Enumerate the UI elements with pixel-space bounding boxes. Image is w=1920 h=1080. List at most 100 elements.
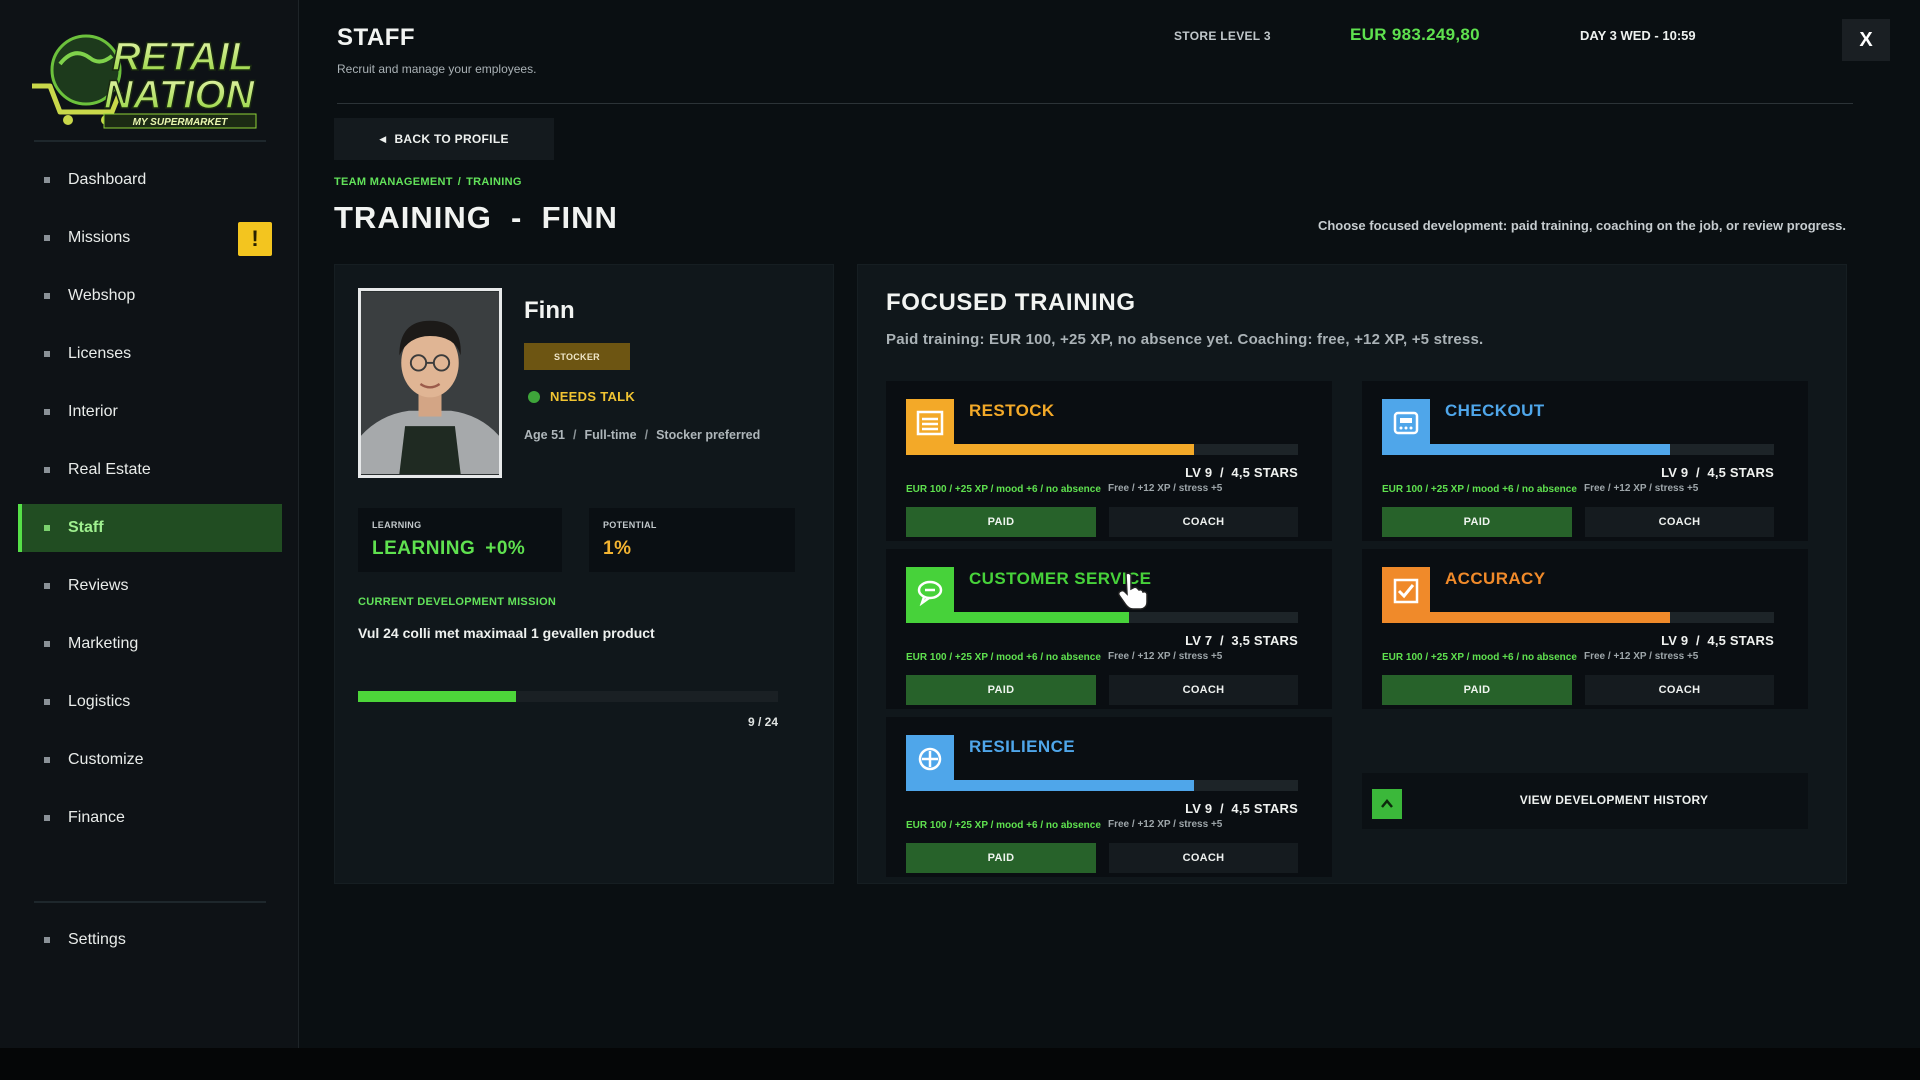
skill-progress-bar xyxy=(906,444,1298,455)
employee-profile-card: Finn STOCKER NEEDS TALK Age 51 / Full-time… xyxy=(334,264,834,884)
mission-progress-fill xyxy=(358,691,516,702)
sidebar-item-label: Reviews xyxy=(68,577,129,594)
sidebar-item-label: Dashboard xyxy=(68,171,147,188)
bullet-icon xyxy=(44,177,50,183)
sidebar-item-label: Logistics xyxy=(68,693,131,710)
skill-progress-bar xyxy=(906,612,1298,623)
bullet-icon xyxy=(44,583,50,589)
paid-training-info: EUR 100 / +25 XP / mood +6 / no absence xyxy=(906,652,1101,663)
bullet-icon xyxy=(44,525,50,531)
sidebar-item-label: Finance xyxy=(68,809,125,826)
paid-training-button[interactable]: PAID xyxy=(906,507,1096,537)
employee-status: NEEDS TALK xyxy=(528,389,635,404)
sidebar-divider xyxy=(34,140,266,142)
coach-button[interactable]: COACH xyxy=(1109,675,1298,705)
alert-badge: ! xyxy=(238,222,272,256)
page-subtitle: Recruit and manage your employees. xyxy=(337,62,537,76)
page-title: STAFF xyxy=(337,24,416,51)
sidebar-item-label: Real Estate xyxy=(68,461,151,478)
employee-contract: Full-time xyxy=(584,428,637,442)
sidebar-item-label: Webshop xyxy=(68,287,136,304)
back-button-label: BACK TO PROFILE xyxy=(394,132,509,146)
skill-level: LV 9 / 4,5 STARS xyxy=(1661,633,1774,648)
sidebar-item-licenses[interactable]: Licenses xyxy=(18,330,282,378)
sidebar-item-label: Licenses xyxy=(68,345,132,362)
employee-age: Age 51 xyxy=(524,428,565,442)
sidebar-nav: Dashboard Missions! Webshop Licenses Int… xyxy=(18,156,282,852)
sidebar-item-finance[interactable]: Finance xyxy=(18,794,282,842)
learning-value-text: LEARNING xyxy=(372,538,476,559)
triangle-left-icon: ◀ xyxy=(379,133,387,144)
paid-training-button[interactable]: PAID xyxy=(1382,675,1572,705)
skill-progress-fill xyxy=(906,612,1130,623)
skill-card-resilience: RESILIENCE LV 9 / 4,5 STARS EUR 100 / +2… xyxy=(886,717,1332,877)
potential-stat-label: POTENTIAL xyxy=(603,520,657,530)
restock-icon xyxy=(906,399,954,447)
focused-training-title: FOCUSED TRAINING xyxy=(886,289,1136,316)
skill-level: LV 9 / 4,5 STARS xyxy=(1661,465,1774,480)
sidebar-item-label: Interior xyxy=(68,403,118,420)
coach-button[interactable]: COACH xyxy=(1109,507,1298,537)
employee-meta: Age 51 / Full-time / Stocker preferred xyxy=(524,428,760,442)
store-level: STORE LEVEL 3 xyxy=(1174,29,1271,43)
skill-progress-fill xyxy=(1382,612,1671,623)
sidebar-item-interior[interactable]: Interior xyxy=(18,388,282,436)
focused-training-panel: FOCUSED TRAINING Paid training: EUR 100,… xyxy=(857,264,1847,884)
coach-button[interactable]: COACH xyxy=(1585,675,1774,705)
paid-training-button[interactable]: PAID xyxy=(1382,507,1572,537)
skill-name: ACCURACY xyxy=(1445,569,1546,588)
back-to-profile-button[interactable]: ◀ BACK TO PROFILE xyxy=(334,118,554,160)
sidebar-item-missions[interactable]: Missions! xyxy=(18,214,282,262)
sidebar-item-webshop[interactable]: Webshop xyxy=(18,272,282,320)
coach-info: Free / +12 XP / stress +5 xyxy=(1584,651,1699,662)
skill-name: RESTOCK xyxy=(969,401,1055,420)
breadcrumb-team-management[interactable]: TEAM MANAGEMENT xyxy=(334,176,453,188)
sidebar-item-label: Missions xyxy=(68,229,131,246)
skill-progress-bar xyxy=(1382,444,1774,455)
app-window: RETAIL NATION MY SUPERMARKET Dashboard M… xyxy=(0,0,1920,1048)
coach-button[interactable]: COACH xyxy=(1585,507,1774,537)
paid-training-button[interactable]: PAID xyxy=(906,675,1096,705)
sidebar-item-dashboard[interactable]: Dashboard xyxy=(18,156,282,204)
sidebar-item-customize[interactable]: Customize xyxy=(18,736,282,784)
skill-card-restock: RESTOCK LV 9 / 4,5 STARS EUR 100 / +25 X… xyxy=(886,381,1332,541)
skill-progress-fill xyxy=(906,780,1195,791)
coach-info: Free / +12 XP / stress +5 xyxy=(1108,819,1223,830)
skill-progress-fill xyxy=(906,444,1195,455)
coach-info: Free / +12 XP / stress +5 xyxy=(1584,483,1699,494)
accuracy-icon xyxy=(1382,567,1430,615)
sidebar-item-real-estate[interactable]: Real Estate xyxy=(18,446,282,494)
view-development-history-button[interactable]: VIEW DEVELOPMENT HISTORY xyxy=(1362,773,1808,829)
learning-stat: LEARNING LEARNING +0% xyxy=(358,508,562,572)
bullet-icon xyxy=(44,351,50,357)
sidebar-item-settings[interactable]: Settings xyxy=(18,916,282,964)
sidebar-item-logistics[interactable]: Logistics xyxy=(18,678,282,726)
skill-card-customer-service: CUSTOMER SERVICE LV 7 / 3,5 STARS EUR 10… xyxy=(886,549,1332,709)
sidebar-item-reviews[interactable]: Reviews xyxy=(18,562,282,610)
coach-info: Free / +12 XP / stress +5 xyxy=(1108,651,1223,662)
view-development-history-label: VIEW DEVELOPMENT HISTORY xyxy=(1519,793,1709,807)
money-balance: EUR 983.249,80 xyxy=(1350,25,1480,44)
coach-info: Free / +12 XP / stress +5 xyxy=(1108,483,1223,494)
hand-cursor-icon xyxy=(1118,572,1148,610)
coach-button[interactable]: COACH xyxy=(1109,843,1298,873)
bullet-icon xyxy=(44,409,50,415)
focused-training-subtitle: Paid training: EUR 100, +25 XP, no absen… xyxy=(886,331,1484,348)
employee-name: Finn xyxy=(524,297,575,324)
sidebar-item-staff[interactable]: Staff xyxy=(18,504,282,552)
employee-portrait xyxy=(358,288,502,478)
learning-delta: +0% xyxy=(485,538,526,559)
bullet-icon xyxy=(44,757,50,763)
bullet-icon xyxy=(44,467,50,473)
bullet-icon xyxy=(44,937,50,943)
paid-training-button[interactable]: PAID xyxy=(906,843,1096,873)
close-button[interactable]: X xyxy=(1842,19,1890,61)
learning-stat-value: LEARNING +0% xyxy=(372,538,525,560)
paid-training-info: EUR 100 / +25 XP / mood +6 / no absence xyxy=(1382,484,1577,495)
mission-progress-bar xyxy=(358,691,778,702)
chevron-up-icon xyxy=(1372,789,1402,819)
training-title: TRAINING - FINN xyxy=(334,200,618,235)
paid-training-info: EUR 100 / +25 XP / mood +6 / no absence xyxy=(1382,652,1577,663)
sidebar-item-label: Marketing xyxy=(68,635,139,652)
sidebar-item-marketing[interactable]: Marketing xyxy=(18,620,282,668)
